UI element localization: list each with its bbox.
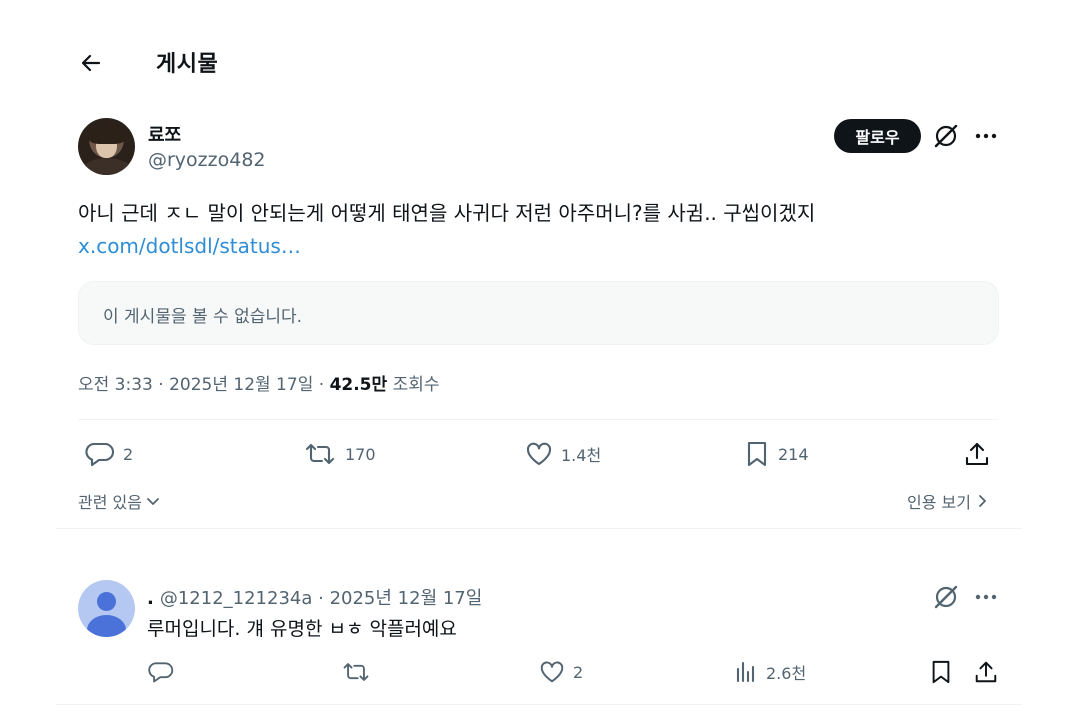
reply-bubble-icon [148, 662, 174, 683]
reply-author-name[interactable]: . [147, 588, 154, 609]
views-count: 42.5만 [329, 375, 388, 395]
related-label: 관련 있음 [78, 493, 142, 512]
reply-reply-button[interactable] [148, 659, 174, 685]
post-time[interactable]: 오전 3:33 [78, 375, 153, 395]
post-date[interactable]: 2025년 12월 17일 [169, 375, 313, 395]
quotes-label: 인용 보기 [907, 493, 971, 512]
like-count: 1.4천 [561, 446, 602, 465]
grok-icon [934, 124, 958, 148]
reply-share-button[interactable] [973, 659, 999, 685]
reply-bookmark-button[interactable] [929, 659, 953, 685]
post-link[interactable]: x.com/dotlsdl/status… [78, 234, 301, 258]
reply-date[interactable]: 2025년 12월 17일 [330, 588, 483, 609]
bookmark-count: 214 [778, 444, 809, 464]
grok-button[interactable] [933, 123, 959, 149]
divider [78, 419, 999, 420]
post-detail-page: 게시물 료쪼 @ryozzo482 팔로우 아니 근데 ㅈㄴ 말이 안되는게 어… [0, 0, 1067, 713]
share-icon [975, 661, 997, 683]
reply-more-options-button[interactable] [972, 584, 1000, 610]
share-icon [965, 442, 989, 466]
reply-like-count: 2 [573, 662, 584, 682]
reply-views-count: 2.6천 [766, 664, 807, 683]
bookmark-button[interactable]: 214 [744, 440, 809, 468]
divider [56, 704, 1022, 705]
author-handle[interactable]: @ryozzo482 [148, 149, 266, 171]
unavailable-notice: 이 게시물을 볼 수 없습니다. [103, 307, 303, 327]
page-title: 게시물 [156, 52, 219, 77]
reply-grok-button[interactable] [933, 584, 959, 610]
like-button[interactable]: 1.4천 [525, 440, 601, 468]
more-options-button[interactable] [972, 123, 1000, 149]
divider [56, 528, 1022, 529]
view-quotes-link[interactable]: 인용 보기 [907, 489, 989, 513]
repost-icon [305, 443, 335, 465]
reply-repost-button[interactable] [341, 659, 371, 685]
reply-button[interactable]: 2 [85, 440, 133, 468]
heart-icon [540, 661, 564, 683]
post-meta: 오전 3:33 · 2025년 12월 17일 · 42.5만 조회수 [78, 375, 440, 395]
unavailable-quote-card: 이 게시물을 볼 수 없습니다. [78, 281, 999, 345]
author-avatar[interactable] [78, 118, 135, 175]
views-label: 조회수 [392, 375, 440, 395]
reply-author-handle[interactable]: @1212_121234a [160, 588, 313, 609]
bookmark-icon [747, 441, 767, 467]
reply-author-avatar[interactable] [78, 580, 135, 637]
arrow-left-icon [81, 54, 101, 72]
share-button[interactable] [963, 440, 991, 468]
repost-icon [343, 663, 369, 681]
repost-count: 170 [345, 444, 376, 464]
reply-text: 루머입니다. 걔 유명한 ㅂㅎ 악플러예요 [147, 618, 457, 640]
related-toggle[interactable]: 관련 있음 [78, 489, 160, 513]
author-display-name[interactable]: 료쪼 [148, 121, 181, 147]
more-dots-icon [975, 133, 997, 139]
bookmark-icon [932, 660, 950, 684]
heart-icon [526, 442, 552, 466]
more-dots-icon [975, 594, 997, 600]
reply-views-button[interactable]: 2.6천 [734, 659, 806, 685]
analytics-bars-icon [736, 661, 755, 683]
reply-like-button[interactable]: 2 [539, 659, 583, 685]
reply-count: 2 [123, 444, 134, 464]
back-button[interactable] [76, 48, 106, 78]
chevron-right-icon [979, 495, 986, 507]
reply-bubble-icon [85, 442, 114, 467]
chevron-down-icon [147, 498, 159, 505]
post-text: 아니 근데 ㅈㄴ 말이 안되는게 어떻게 태연을 사귀다 저런 아주머니?를 사… [78, 201, 816, 225]
repost-button[interactable]: 170 [303, 440, 376, 468]
grok-icon [934, 585, 958, 609]
follow-button[interactable]: 팔로우 [834, 119, 921, 153]
reply-header: . @1212_121234a · 2025년 12월 17일 [147, 588, 483, 609]
top-bar: 게시물 [0, 0, 1067, 125]
